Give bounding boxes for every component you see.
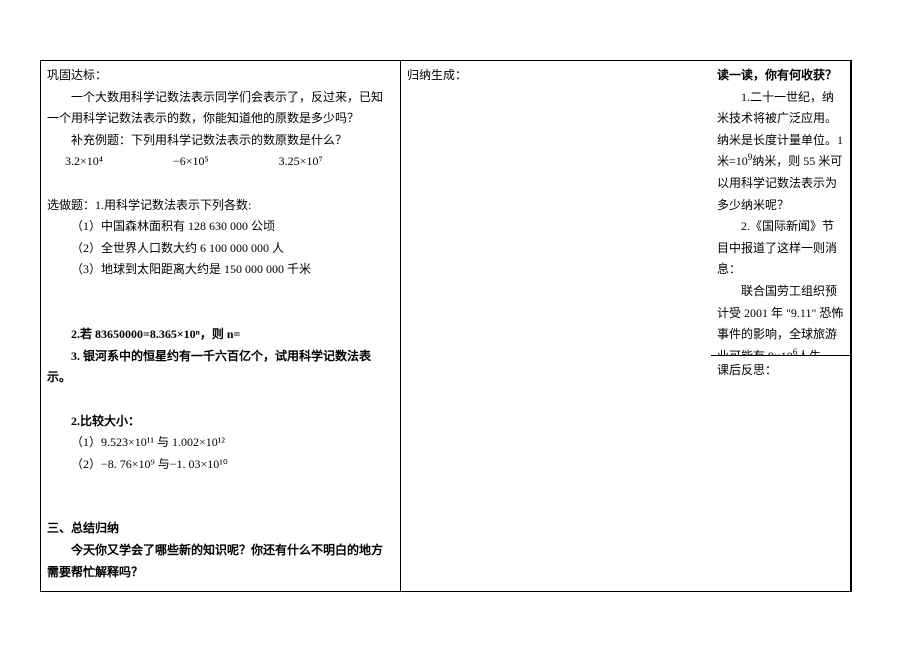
right-column: 归纳生成： — [401, 61, 711, 591]
q4: 2.比较大小： — [47, 411, 394, 433]
sci-a: 3.2×10⁴ — [65, 151, 103, 173]
sci-b: −6×10⁵ — [173, 151, 209, 173]
zj-q: 今天你又学会了哪些新的知识呢？你还有什么不明白的地方需要帮忙解释吗？ — [47, 540, 394, 583]
middle-top: 读一读，你有何收获？ 1.二十一世纪，纳米技术将被广泛应用。纳米是长度计量单位。… — [711, 61, 851, 356]
sci-c: 3.25×10⁷ — [279, 151, 323, 173]
x-item-3: （3）地球到太阳距离大约是 150 000 000 千米 — [47, 259, 394, 281]
gongu-p1: 一个大数用科学记数法表示同学们会表示了，反过来，已知一个用科学记数法表示的数，你… — [47, 87, 394, 130]
left-column: 巩固达标： 一个大数用科学记数法表示同学们会表示了，反过来，已知一个用科学记数法… — [41, 61, 401, 591]
q4a: （1）9.523×10¹¹ 与 1.002×10¹² — [47, 432, 394, 454]
reflect-heading: 课后反思： — [717, 360, 844, 382]
x-item-2: （2）全世界人口数大约 6 100 000 000 人 — [47, 238, 394, 260]
heading-gongu: 巩固达标： — [47, 65, 394, 87]
xuanzuo-head: 选做题：1.用科学记数法表示下列各数: — [47, 195, 394, 217]
gongu-p2: 补充例题：下列用科学记数法表示的数原数是什么？ — [47, 130, 394, 152]
guina-heading: 归纳生成： — [407, 65, 705, 87]
q4b: （2）−8. 76×10⁹ 与−1. 03×10¹⁰ — [47, 454, 394, 476]
q3: 3. 银河系中的恒星约有一千六百亿个，试用科学记数法表示。 — [47, 346, 394, 389]
q2: 2.若 83650000=8.365×10ⁿ，则 n= — [47, 324, 394, 346]
x-item-1: （1）中国森林面积有 128 630 000 公顷 — [47, 216, 394, 238]
read-heading: 读一读，你有何收获？ — [717, 65, 844, 87]
sci-row: 3.2×10⁴ −6×10⁵ 3.25×10⁷ — [47, 151, 394, 173]
heading-zongjie: 三、总结归纳 — [47, 518, 394, 540]
read-p2: 2.《国际新闻》节目中报道了这样一则消息： — [717, 216, 844, 281]
read-p1: 1.二十一世纪，纳米技术将被广泛应用。纳米是长度计量单位。1 米=109纳米，则… — [717, 87, 844, 217]
middle-bottom: 课后反思： — [711, 356, 851, 591]
read-p3: 联合国劳工组织预计受 2001 年 "9.11" 恐怖事件的影响，全球旅游业可能… — [717, 281, 844, 356]
